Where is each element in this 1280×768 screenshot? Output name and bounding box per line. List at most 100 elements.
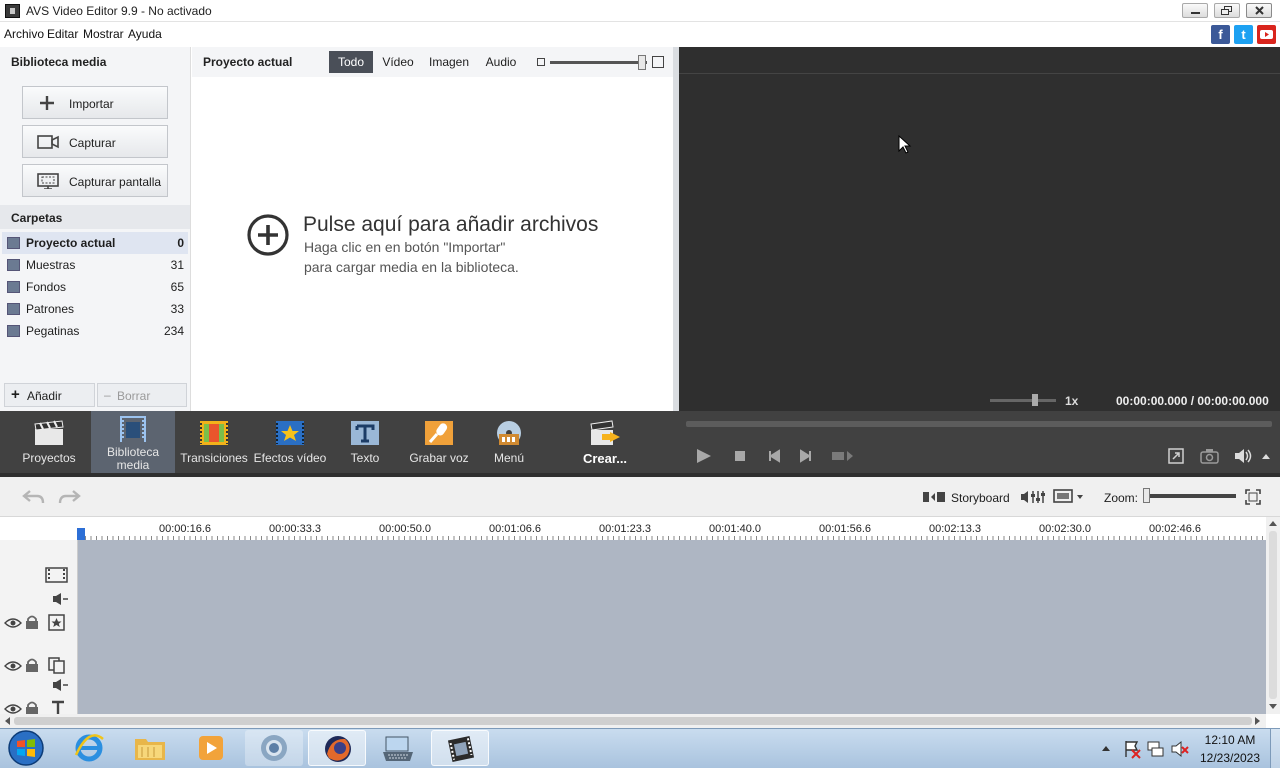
- detach-preview-icon[interactable]: [1168, 448, 1185, 464]
- timeline-horizontal-scrollbar[interactable]: [0, 714, 1266, 728]
- show-desktop-button[interactable]: [1270, 729, 1280, 768]
- snapshot-camera-icon[interactable]: [1200, 448, 1219, 464]
- star-effects-icon: [276, 421, 304, 445]
- twitter-icon[interactable]: t: [1234, 25, 1253, 44]
- facebook-icon[interactable]: f: [1211, 25, 1230, 44]
- tray-volume-muted-icon[interactable]: [1170, 739, 1190, 759]
- tray-network-icon[interactable]: [1146, 739, 1166, 759]
- folder-item-fondos[interactable]: Fondos 65: [2, 276, 188, 298]
- taskbar-chrome[interactable]: [245, 730, 303, 766]
- taskbar-media-player[interactable]: [182, 730, 240, 766]
- scroll-right-icon[interactable]: [1255, 717, 1261, 725]
- lock-icon[interactable]: [25, 701, 39, 714]
- microphone-icon: [425, 421, 453, 445]
- scroll-down-icon[interactable]: [1269, 704, 1277, 710]
- scroll-thumb[interactable]: [1269, 531, 1277, 699]
- tab-audio[interactable]: Audio: [480, 51, 522, 73]
- audio-mixer-icon[interactable]: [1019, 488, 1047, 506]
- create-button[interactable]: Crear...: [568, 411, 642, 473]
- undo-icon[interactable]: [22, 487, 46, 505]
- scroll-up-icon[interactable]: [1269, 520, 1277, 526]
- app-icon: [5, 4, 20, 18]
- tick-label: 00:01:56.6: [819, 523, 871, 535]
- tab-todo[interactable]: Todo: [329, 51, 373, 73]
- restore-button[interactable]: [1214, 3, 1240, 18]
- youtube-icon[interactable]: [1257, 25, 1276, 44]
- stop-icon[interactable]: [734, 450, 746, 462]
- next-frame-icon[interactable]: [799, 449, 813, 463]
- taskbar-internet-explorer[interactable]: [60, 730, 118, 766]
- media-drop-area[interactable]: Pulse aquí para añadir archivos Haga cli…: [192, 77, 673, 411]
- fullscreen-toggle-icon[interactable]: [831, 449, 855, 463]
- capture-screen-button[interactable]: Capturar pantalla: [22, 164, 168, 197]
- taskbar-file-explorer[interactable]: [121, 730, 179, 766]
- import-button[interactable]: Importar: [22, 86, 168, 119]
- video-effects-button[interactable]: Efectos vídeo: [252, 411, 328, 473]
- transitions-icon: [200, 421, 228, 445]
- scroll-thumb[interactable]: [14, 717, 1252, 725]
- menu-archivo[interactable]: Archivo: [4, 27, 44, 41]
- delete-folder-button[interactable]: – Borrar: [97, 383, 187, 407]
- folder-item-patrones[interactable]: Patrones 33: [2, 298, 188, 320]
- add-folder-button[interactable]: + Añadir: [4, 383, 95, 407]
- close-button[interactable]: [1246, 3, 1272, 18]
- thumbnail-size-slider[interactable]: [550, 61, 647, 64]
- drop-hint-1: Haga clic en en botón "Importar": [304, 239, 506, 255]
- volume-up-arrow-icon[interactable]: [1261, 452, 1271, 460]
- timeline-vertical-scrollbar[interactable]: [1266, 517, 1280, 714]
- capture-button[interactable]: Capturar: [22, 125, 168, 158]
- playhead-marker[interactable]: [77, 528, 85, 540]
- monitor-icon: [37, 173, 59, 189]
- media-library-panel: Biblioteca media Importar Capturar Captu…: [0, 47, 191, 411]
- lock-icon[interactable]: [25, 658, 39, 673]
- display-settings-icon[interactable]: [1053, 489, 1089, 505]
- eye-icon[interactable]: [4, 617, 22, 629]
- video-track-icon: [45, 567, 68, 583]
- slider-handle[interactable]: [638, 55, 646, 70]
- storyboard-toggle[interactable]: Storyboard: [951, 491, 1010, 505]
- fit-timeline-icon[interactable]: [1245, 489, 1261, 505]
- taskbar-avs-video-editor[interactable]: [431, 730, 489, 766]
- eye-icon[interactable]: [4, 703, 22, 714]
- folder-item-muestras[interactable]: Muestras 31: [2, 254, 188, 276]
- clock-time[interactable]: 12:10 AM: [1197, 733, 1263, 747]
- zoom-slider-handle[interactable]: [1143, 488, 1150, 503]
- tray-flag-icon[interactable]: [1122, 739, 1142, 759]
- taskbar-keyboard-app[interactable]: [369, 730, 427, 766]
- camera-icon: [37, 135, 59, 149]
- taskbar-firefox[interactable]: [308, 730, 366, 766]
- small-thumbnail-icon: [537, 58, 545, 66]
- minimize-button[interactable]: [1182, 3, 1208, 18]
- title-bar: AVS Video Editor 9.9 - No activado: [0, 0, 1280, 22]
- tab-imagen[interactable]: Imagen: [424, 51, 474, 73]
- record-voice-button[interactable]: Grabar voz: [404, 411, 474, 473]
- text-button[interactable]: Texto: [334, 411, 396, 473]
- playback-progress-bar[interactable]: [686, 421, 1272, 427]
- tab-video[interactable]: Vídeo: [378, 51, 418, 73]
- redo-icon[interactable]: [57, 487, 81, 505]
- scroll-left-icon[interactable]: [4, 717, 10, 725]
- menu-mostrar[interactable]: Mostrar: [83, 27, 124, 41]
- speed-slider[interactable]: [990, 399, 1056, 402]
- zoom-slider[interactable]: [1146, 494, 1236, 498]
- media-library-button[interactable]: Biblioteca media: [91, 411, 175, 473]
- menu-ayuda[interactable]: Ayuda: [128, 27, 162, 41]
- show-hidden-icons-arrow[interactable]: [1101, 744, 1111, 752]
- windows-start-icon[interactable]: [5, 729, 47, 767]
- folder-item-proyecto-actual[interactable]: Proyecto actual 0: [2, 232, 188, 254]
- menu-button[interactable]: Menú: [480, 411, 538, 473]
- folder-item-pegatinas[interactable]: Pegatinas 234: [2, 320, 188, 342]
- projects-button[interactable]: Proyectos: [16, 411, 82, 473]
- clock-date[interactable]: 12/23/2023: [1197, 751, 1263, 765]
- lock-icon[interactable]: [25, 615, 39, 630]
- volume-icon[interactable]: [1233, 447, 1253, 465]
- folder-icon: [7, 259, 20, 271]
- play-icon[interactable]: [695, 448, 713, 464]
- tick-label: 00:02:46.6: [1149, 523, 1201, 535]
- timeline-tracks[interactable]: [78, 540, 1266, 714]
- previous-frame-icon[interactable]: [767, 449, 781, 463]
- menu-editar[interactable]: Editar: [47, 27, 78, 41]
- speed-slider-handle[interactable]: [1032, 394, 1038, 406]
- eye-icon[interactable]: [4, 660, 22, 672]
- transitions-button[interactable]: Transiciones: [180, 411, 248, 473]
